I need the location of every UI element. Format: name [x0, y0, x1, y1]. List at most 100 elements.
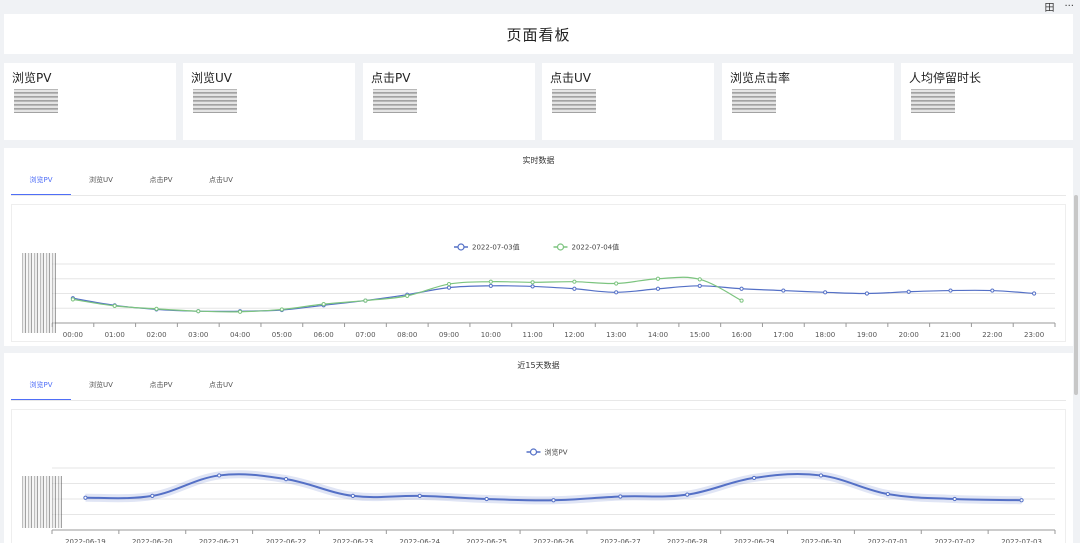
data-point[interactable]	[618, 494, 623, 499]
header-card: 页面看板	[4, 14, 1073, 54]
data-point[interactable]	[154, 306, 159, 311]
data-point[interactable]	[551, 498, 556, 503]
data-point[interactable]	[1019, 498, 1024, 503]
data-point[interactable]	[906, 289, 911, 294]
x-tick-label: 2022-07-02	[934, 538, 975, 543]
metric-value-redacted	[14, 89, 58, 113]
data-point[interactable]	[739, 286, 744, 291]
metric-value-redacted	[193, 89, 237, 113]
data-point[interactable]	[488, 279, 493, 284]
data-point[interactable]	[405, 293, 410, 298]
x-tick-label: 2022-06-30	[801, 538, 842, 543]
data-point[interactable]	[739, 298, 744, 303]
data-point[interactable]	[952, 496, 957, 502]
x-tick-label: 04:00	[230, 331, 250, 339]
tab-browse-uv[interactable]: 浏览UV	[71, 380, 131, 401]
x-tick-label: 2022-06-29	[734, 538, 775, 543]
y-axis-redacted	[22, 253, 56, 333]
metric-label: 点击PV	[371, 71, 411, 85]
y-axis-redacted	[22, 476, 62, 528]
metric-value-redacted	[732, 89, 776, 113]
x-tick-label: 10:00	[481, 331, 501, 339]
page-scrollbar[interactable]	[1074, 195, 1078, 395]
data-point[interactable]	[572, 286, 577, 291]
x-tick-label: 11:00	[523, 331, 543, 339]
data-point[interactable]	[484, 496, 489, 502]
data-point[interactable]	[446, 281, 452, 287]
panel-title: 实时数据	[522, 156, 555, 165]
tab-click-uv[interactable]: 点击UV	[191, 175, 251, 196]
data-point[interactable]	[83, 495, 88, 500]
metric-value-redacted	[373, 89, 417, 113]
x-tick-label: 2022-06-28	[667, 538, 708, 543]
grid-icon[interactable]: 田	[1044, 0, 1054, 14]
data-point[interactable]	[697, 277, 702, 282]
recent-panel: 近15天数据 浏览PV 浏览UV 点击PV 点击UV 2022-06-19 202…	[4, 353, 1073, 543]
topbar-icons: 田 ···	[1044, 0, 1074, 14]
data-point[interactable]	[321, 302, 326, 307]
tab-browse-uv[interactable]: 浏览UV	[71, 175, 131, 196]
data-point[interactable]	[217, 473, 222, 478]
tab-browse-pv[interactable]: 浏览PV	[11, 380, 71, 401]
x-tick-label: 08:00	[397, 331, 417, 339]
data-point[interactable]	[283, 477, 289, 482]
data-point[interactable]	[112, 303, 117, 308]
data-point[interactable]	[864, 291, 870, 296]
x-tick-label: 20:00	[899, 331, 919, 339]
data-point[interactable]	[150, 493, 155, 499]
data-point[interactable]	[530, 284, 535, 289]
data-point[interactable]	[685, 492, 690, 497]
tab-browse-pv[interactable]: 浏览PV	[11, 175, 71, 196]
data-point[interactable]	[530, 280, 535, 285]
data-point[interactable]	[614, 281, 619, 286]
data-point[interactable]	[818, 473, 824, 478]
data-point[interactable]	[752, 475, 757, 481]
metric-value-redacted	[552, 89, 596, 113]
data-point[interactable]	[1032, 291, 1037, 296]
data-point[interactable]	[572, 279, 577, 284]
x-tick-label: 2022-06-27	[600, 538, 641, 543]
legend-item[interactable]: 2022-07-04值	[553, 243, 620, 252]
data-point[interactable]	[237, 309, 243, 314]
data-point[interactable]	[363, 298, 368, 303]
metric-card-pv: 浏览PV	[4, 63, 176, 140]
data-point[interactable]	[70, 297, 75, 302]
data-point[interactable]	[446, 285, 452, 290]
realtime-chart-frame: 00:00 01:00 02:00 03:00 04:00 05:00 06:00 07:00…	[11, 204, 1066, 342]
legend-marker-icon	[529, 448, 538, 456]
metric-card-dwell: 人均停留时长	[901, 63, 1073, 140]
data-point[interactable]	[697, 283, 702, 288]
tab-divider	[11, 400, 1066, 401]
x-tick-label: 2022-06-24	[399, 538, 440, 543]
data-point[interactable]	[781, 288, 786, 293]
x-tick-label: 2022-06-19	[65, 538, 106, 543]
tab-click-uv[interactable]: 点击UV	[191, 380, 251, 401]
series-line	[72, 285, 1035, 312]
data-point[interactable]	[823, 290, 828, 295]
data-point[interactable]	[350, 493, 355, 499]
tab-divider	[11, 195, 1066, 196]
legend-item[interactable]: 2022-07-03值	[454, 243, 520, 252]
data-point[interactable]	[488, 283, 493, 288]
data-point[interactable]	[655, 276, 661, 281]
data-point[interactable]	[885, 491, 890, 497]
x-tick-label: 2022-06-26	[533, 538, 574, 543]
x-tick-label: 21:00	[940, 331, 960, 339]
data-point[interactable]	[614, 290, 619, 295]
legend-label: 浏览PV	[545, 448, 568, 457]
data-point[interactable]	[655, 286, 661, 291]
data-point[interactable]	[948, 288, 953, 293]
x-tick-label: 07:00	[355, 331, 375, 339]
recent-tabs: 浏览PV 浏览UV 点击PV 点击UV	[11, 380, 251, 401]
data-point[interactable]	[417, 493, 422, 499]
tab-click-pv[interactable]: 点击PV	[131, 380, 191, 401]
legend-item[interactable]: 浏览PV	[526, 448, 568, 457]
data-point[interactable]	[196, 309, 201, 314]
realtime-chart: 00:00 01:00 02:00 03:00 04:00 05:00 06:00 07:00…	[51, 243, 1056, 339]
more-icon[interactable]: ···	[1064, 1, 1074, 12]
metric-card-ctr: 浏览点击率	[722, 63, 894, 140]
data-point[interactable]	[990, 288, 995, 293]
x-tick-label: 01:00	[105, 331, 125, 339]
tab-click-pv[interactable]: 点击PV	[131, 175, 191, 196]
data-point[interactable]	[279, 307, 284, 312]
